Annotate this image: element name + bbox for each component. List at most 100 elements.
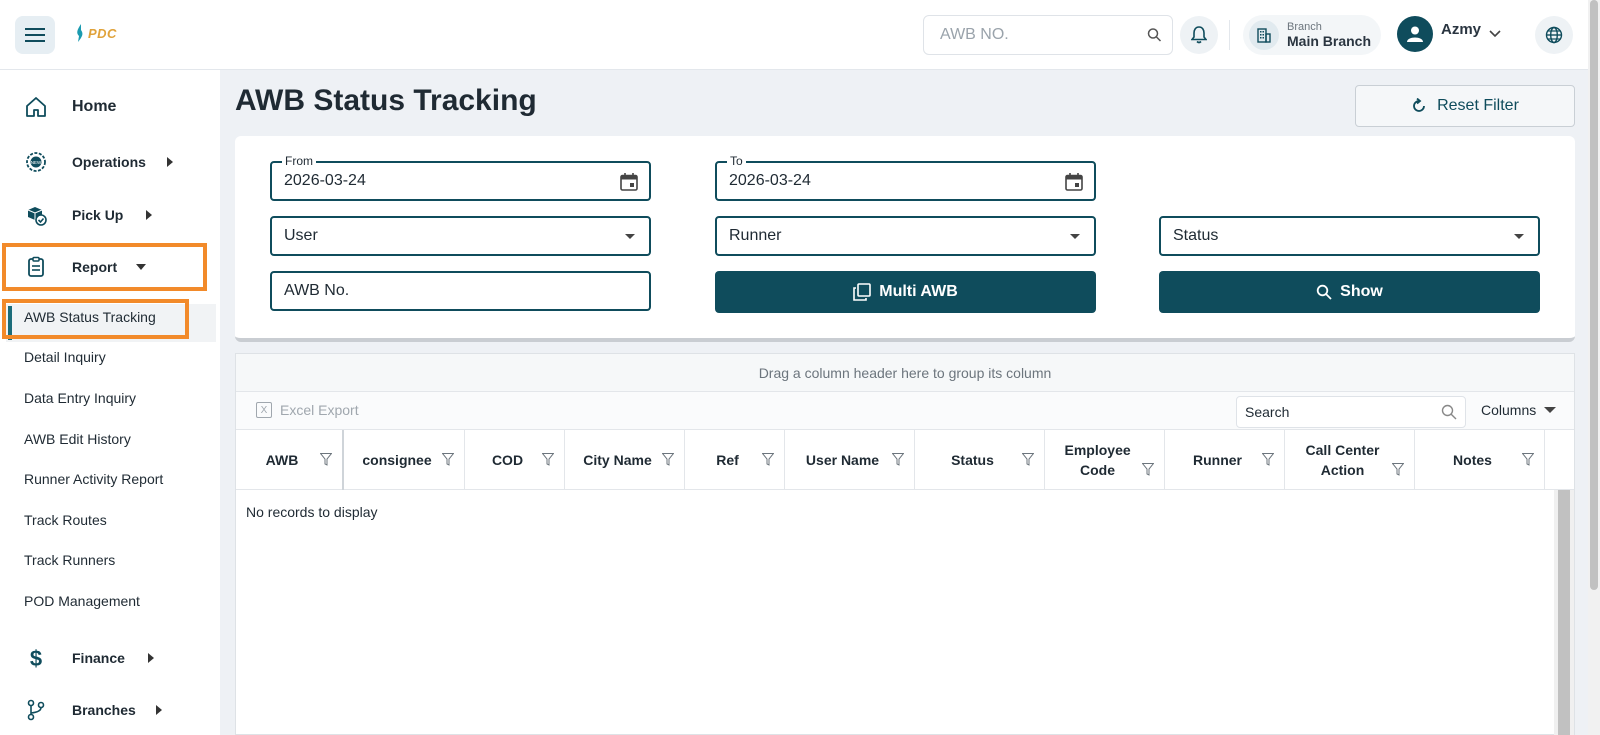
show-button[interactable]: Show (1159, 271, 1540, 313)
sidebar-subitem-track-routes[interactable]: Track Routes (24, 512, 107, 528)
caret-right-icon (156, 705, 162, 715)
top-bar: PDC Branch Main Branch Azmy (0, 0, 1600, 70)
grid-header-row: AWB consignee COD City Name Ref User Nam… (236, 430, 1574, 490)
search-icon (1441, 404, 1457, 420)
filter-icon[interactable] (1142, 463, 1154, 476)
runner-select[interactable]: Runner (715, 216, 1096, 256)
user-select-value: User (284, 227, 318, 244)
calendar-icon[interactable] (619, 172, 639, 192)
language-button[interactable] (1535, 16, 1573, 54)
search-icon[interactable] (1147, 25, 1162, 45)
column-header-notes[interactable]: Notes (1415, 430, 1545, 490)
column-header-awb[interactable]: AWB (236, 430, 344, 490)
user-select[interactable]: User (270, 216, 651, 256)
grid-scrollbar-thumb[interactable] (1558, 490, 1570, 735)
to-label: To (727, 154, 746, 168)
grid-search-input[interactable] (1245, 404, 1441, 420)
home-icon (24, 95, 48, 119)
highlight-awb-status-tracking (2, 299, 189, 339)
dollar-icon: $ (24, 646, 48, 670)
multi-awb-label: Multi AWB (879, 283, 958, 300)
column-header-consignee[interactable]: consignee (344, 430, 465, 490)
pickup-icon (24, 203, 48, 227)
sidebar-item-operations[interactable]: NEW Operations (0, 142, 220, 182)
filter-icon[interactable] (1522, 453, 1534, 466)
reset-filter-label: Reset Filter (1437, 97, 1519, 114)
sidebar-subitem-track-runners[interactable]: Track Runners (24, 552, 115, 568)
sidebar-item-branches[interactable]: Branches (0, 690, 220, 730)
svg-text:$: $ (30, 647, 42, 669)
filter-icon[interactable] (1262, 453, 1274, 466)
to-date-value: 2026-03-24 (729, 172, 811, 189)
filter-icon[interactable] (1022, 453, 1034, 466)
group-hint: Drag a column header here to group its c… (758, 364, 1052, 381)
branches-icon (24, 698, 48, 722)
filter-icon[interactable] (1392, 463, 1404, 476)
chevron-down-icon (1489, 30, 1501, 38)
runner-select-value: Runner (729, 227, 782, 244)
awb-search (923, 15, 1173, 55)
filter-icon[interactable] (542, 453, 554, 466)
logo[interactable]: PDC (75, 24, 117, 42)
excel-icon: X (256, 402, 272, 418)
columns-button[interactable]: Columns (1481, 402, 1557, 418)
dropdown-arrow-icon (625, 234, 635, 239)
column-header-runner[interactable]: Runner (1165, 430, 1285, 490)
status-select[interactable]: Status (1159, 216, 1540, 256)
sidebar-item-finance[interactable]: $ Finance (0, 638, 220, 678)
sidebar-subitem-pod-management[interactable]: POD Management (24, 593, 140, 609)
group-panel[interactable]: Drag a column header here to group its c… (236, 354, 1574, 392)
logo-mark-icon (77, 24, 83, 42)
column-header-employee-code[interactable]: Employee Code (1045, 430, 1165, 490)
column-header-ref[interactable]: Ref (685, 430, 785, 490)
svg-text:NEW: NEW (31, 160, 42, 165)
filter-icon[interactable] (662, 453, 674, 466)
divider (1229, 20, 1230, 50)
grid-toolbar: X Excel Export Columns (236, 392, 1574, 430)
caret-right-icon (167, 157, 173, 167)
sidebar-subitem-detail-inquiry[interactable]: Detail Inquiry (24, 349, 106, 365)
filter-icon[interactable] (762, 453, 774, 466)
logo-text: PDC (88, 25, 117, 41)
show-label: Show (1340, 283, 1383, 300)
sidebar-subitem-data-entry-inquiry[interactable]: Data Entry Inquiry (24, 390, 136, 406)
filter-icon[interactable] (320, 453, 332, 466)
filter-icon[interactable] (892, 453, 904, 466)
building-icon (1249, 20, 1279, 50)
column-header-city-name[interactable]: City Name (565, 430, 685, 490)
column-header-user-name[interactable]: User Name (785, 430, 915, 490)
page-scrollbar-thumb[interactable] (1590, 0, 1598, 590)
sidebar-item-pickup[interactable]: Pick Up (0, 195, 220, 235)
column-header-call-center-action[interactable]: Call Center Action (1285, 430, 1415, 490)
filter-icon[interactable] (442, 453, 454, 466)
multi-awb-button[interactable]: Multi AWB (715, 271, 1096, 313)
branch-selector[interactable]: Branch Main Branch (1243, 15, 1381, 55)
copy-icon (853, 283, 872, 301)
bell-icon (1191, 26, 1207, 44)
reset-filter-button[interactable]: Reset Filter (1355, 85, 1575, 127)
user-icon (1407, 26, 1423, 42)
awb-no-field[interactable]: AWB No. (270, 271, 651, 311)
sidebar-subitem-awb-edit-history[interactable]: AWB Edit History (24, 431, 131, 447)
caret-right-icon (146, 210, 152, 220)
to-date-field[interactable]: To 2026-03-24 (715, 154, 1096, 201)
calendar-icon[interactable] (1064, 172, 1084, 192)
results-grid: Drag a column header here to group its c… (235, 353, 1575, 735)
column-header-cod[interactable]: COD (465, 430, 565, 490)
grid-search (1236, 396, 1466, 428)
caret-down-icon (1544, 407, 1557, 413)
awb-search-input[interactable] (940, 26, 1147, 44)
sidebar-subitem-runner-activity-report[interactable]: Runner Activity Report (24, 471, 163, 487)
user-menu[interactable]: Azmy (1397, 16, 1501, 52)
from-date-value: 2026-03-24 (284, 172, 366, 189)
filter-panel: From 2026-03-24 To 2026-03-24 User Runne… (235, 136, 1575, 342)
from-date-field[interactable]: From 2026-03-24 (270, 154, 651, 201)
notifications-button[interactable] (1180, 16, 1218, 54)
sidebar-item-home[interactable]: Home (0, 87, 220, 127)
user-name: Azmy (1441, 20, 1482, 38)
column-header-status[interactable]: Status (915, 430, 1045, 490)
sidebar-item-label: Branches (72, 702, 136, 718)
excel-export-button[interactable]: X Excel Export (256, 402, 359, 418)
sidebar: Home NEW Operations Pick Up Report AWB S… (0, 70, 220, 735)
menu-button[interactable] (15, 16, 55, 54)
